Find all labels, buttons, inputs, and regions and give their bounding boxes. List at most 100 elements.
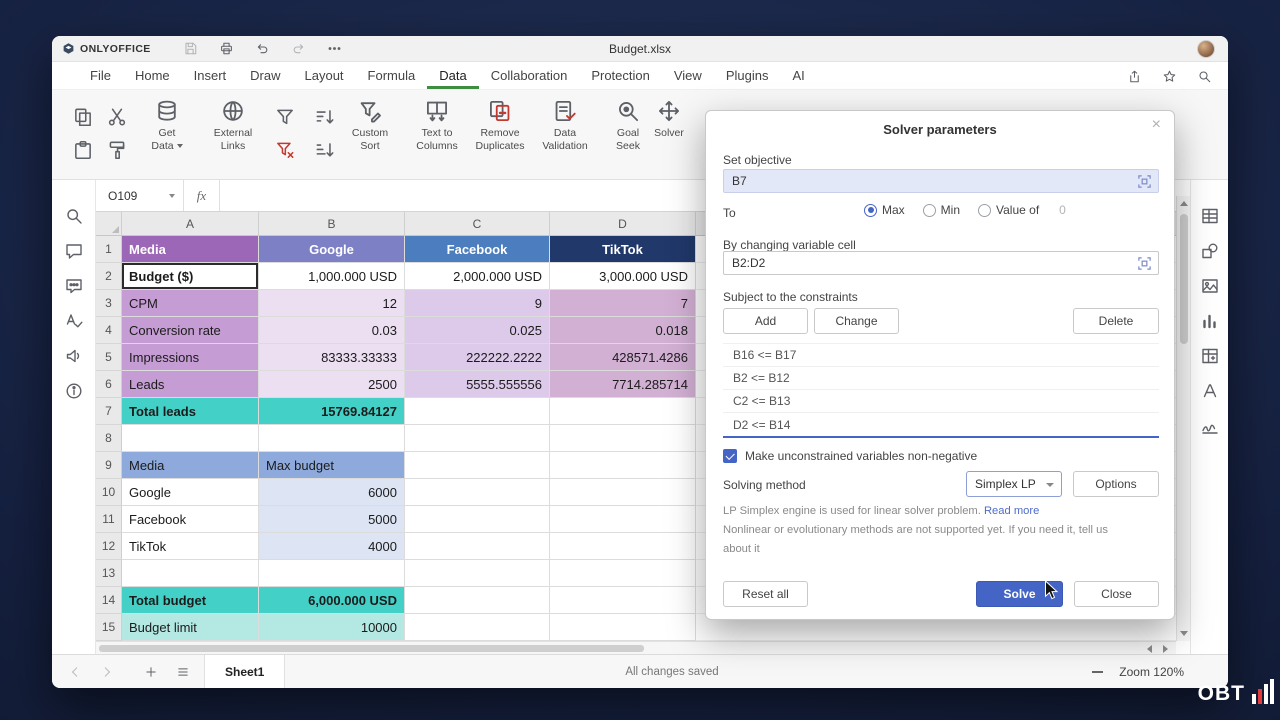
cell-D1[interactable]: TikTok (550, 236, 696, 263)
cell-A15[interactable]: Budget limit (122, 614, 259, 641)
cell-C8[interactable] (405, 425, 550, 452)
menu-view[interactable]: View (662, 62, 714, 89)
scroll-up-icon[interactable] (1180, 201, 1188, 206)
sort-za-icon[interactable] (314, 139, 336, 161)
menu-collaboration[interactable]: Collaboration (479, 62, 580, 89)
comments-icon[interactable] (64, 241, 84, 261)
cell-A12[interactable]: TikTok (122, 533, 259, 560)
zoom-out-icon[interactable] (1092, 671, 1103, 673)
select-range-icon[interactable] (1137, 256, 1152, 271)
row-header-1[interactable]: 1 (96, 236, 122, 263)
share-icon[interactable] (1127, 69, 1142, 84)
cell-C7[interactable] (405, 398, 550, 425)
menu-file[interactable]: File (78, 62, 123, 89)
cut-icon[interactable] (106, 106, 128, 128)
reset-all-button[interactable]: Reset all (723, 581, 808, 607)
cell-D4[interactable]: 0.018 (550, 317, 696, 344)
cell-B15[interactable]: 10000 (259, 614, 405, 641)
row-header-12[interactable]: 12 (96, 533, 122, 560)
cell-C13[interactable] (405, 560, 550, 587)
column-header-d[interactable]: D (550, 212, 696, 236)
cell-A11[interactable]: Facebook (122, 506, 259, 533)
cell-D9[interactable] (550, 452, 696, 479)
cell-B6[interactable]: 2500 (259, 371, 405, 398)
shape-settings-icon[interactable] (1200, 241, 1220, 261)
cell-C4[interactable]: 0.025 (405, 317, 550, 344)
menu-layout[interactable]: Layout (293, 62, 356, 89)
cell-C9[interactable] (405, 452, 550, 479)
image-settings-icon[interactable] (1200, 276, 1220, 296)
external-links-button[interactable]: ExternalLinks (201, 98, 265, 153)
cell-D3[interactable]: 7 (550, 290, 696, 317)
remove-duplicates-button[interactable]: RemoveDuplicates (468, 98, 532, 153)
cell-D6[interactable]: 7714.285714 (550, 371, 696, 398)
row-header-5[interactable]: 5 (96, 344, 122, 371)
radio-value-of[interactable]: Value of (978, 203, 1039, 217)
more-icon[interactable] (327, 41, 342, 56)
signature-settings-icon[interactable] (1200, 416, 1220, 436)
row-header-9[interactable]: 9 (96, 452, 122, 479)
scroll-right-icon[interactable] (1163, 645, 1168, 653)
row-header-14[interactable]: 14 (96, 587, 122, 614)
chart-settings-icon[interactable] (1200, 311, 1220, 331)
value-of-input[interactable]: 0 (1059, 203, 1066, 217)
chat-icon[interactable] (64, 276, 84, 296)
row-header-11[interactable]: 11 (96, 506, 122, 533)
name-box[interactable]: O109 (96, 180, 184, 211)
next-sheet-icon[interactable] (100, 665, 114, 679)
constraint-item[interactable]: B2 <= B12 (723, 367, 1159, 390)
cell-C3[interactable]: 9 (405, 290, 550, 317)
column-header-b[interactable]: B (259, 212, 405, 236)
horizontal-scroll-thumb[interactable] (99, 645, 644, 652)
radio-max[interactable]: Max (864, 203, 905, 217)
row-header-4[interactable]: 4 (96, 317, 122, 344)
cell-B8[interactable] (259, 425, 405, 452)
cell-D2[interactable]: 3,000.000 USD (550, 263, 696, 290)
textart-settings-icon[interactable] (1200, 381, 1220, 401)
zoom-label[interactable]: Zoom 120% (1119, 665, 1184, 679)
cell-B3[interactable]: 12 (259, 290, 405, 317)
undo-icon[interactable] (255, 41, 270, 56)
get-data-button[interactable]: GetData (135, 98, 199, 153)
chevron-down-icon[interactable] (169, 194, 175, 198)
menu-insert[interactable]: Insert (182, 62, 239, 89)
cell-A13[interactable] (122, 560, 259, 587)
search-icon[interactable] (1197, 69, 1212, 84)
cell-A10[interactable]: Google (122, 479, 259, 506)
cell-B12[interactable]: 4000 (259, 533, 405, 560)
cell-D10[interactable] (550, 479, 696, 506)
cell-A3[interactable]: CPM (122, 290, 259, 317)
cell-C2[interactable]: 2,000.000 USD (405, 263, 550, 290)
delete-constraint-button[interactable]: Delete (1073, 308, 1159, 334)
sheet-list-icon[interactable] (176, 665, 190, 679)
solving-method-select[interactable]: Simplex LP (966, 471, 1062, 497)
cell-B4[interactable]: 0.03 (259, 317, 405, 344)
cell-D5[interactable]: 428571.4286 (550, 344, 696, 371)
data-validation-button[interactable]: DataValidation (533, 98, 597, 153)
radio-button-icon[interactable] (978, 204, 991, 217)
cell-B5[interactable]: 83333.33333 (259, 344, 405, 371)
cell-D8[interactable] (550, 425, 696, 452)
copy-icon[interactable] (72, 106, 94, 128)
avatar[interactable] (1197, 40, 1215, 58)
row-header-15[interactable]: 15 (96, 614, 122, 641)
constraint-item[interactable]: B16 <= B17 (723, 344, 1159, 367)
cell-B1[interactable]: Google (259, 236, 405, 263)
row-header-10[interactable]: 10 (96, 479, 122, 506)
cell-D11[interactable] (550, 506, 696, 533)
spellcheck-icon[interactable] (64, 311, 84, 331)
cell-C14[interactable] (405, 587, 550, 614)
cell-B14[interactable]: 6,000.000 USD (259, 587, 405, 614)
cell-D14[interactable] (550, 587, 696, 614)
about-icon[interactable] (64, 381, 84, 401)
clear-filter-icon[interactable] (274, 139, 296, 161)
menu-ai[interactable]: AI (780, 62, 816, 89)
cell-C11[interactable] (405, 506, 550, 533)
sheet-tab[interactable]: Sheet1 (204, 655, 285, 688)
format-brush-icon[interactable] (106, 139, 128, 161)
cell-C5[interactable]: 222222.2222 (405, 344, 550, 371)
radio-button-icon[interactable] (864, 204, 877, 217)
close-icon[interactable]: × (1152, 117, 1161, 133)
menu-plugins[interactable]: Plugins (714, 62, 781, 89)
print-icon[interactable] (219, 41, 234, 56)
